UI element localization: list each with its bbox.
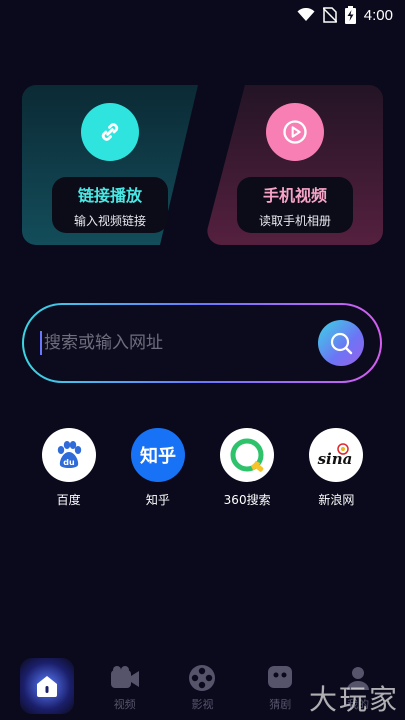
360-search-icon — [220, 428, 275, 482]
link-play-title: 链接播放 — [77, 185, 142, 205]
link-play-card[interactable]: 链接播放 输入视频链接 — [22, 85, 198, 245]
film-reel-icon — [186, 662, 218, 694]
search-bar-inner — [24, 305, 380, 381]
home-icon — [36, 676, 57, 697]
search-bar — [22, 303, 382, 383]
quick-link-sina[interactable]: sina 新浪网 — [301, 428, 371, 508]
baidu-icon: du — [41, 428, 96, 482]
quick-link-label: 360搜索 — [223, 493, 271, 507]
local-video-label-box: 手机视频 读取手机相册 — [237, 177, 353, 233]
status-bar: 4:00 — [0, 0, 405, 30]
nav-film[interactable]: 影视 — [167, 658, 237, 712]
nav-label: 视频 — [113, 698, 136, 711]
link-play-label-box: 链接播放 输入视频链接 — [52, 177, 168, 233]
play-icon-circle — [266, 103, 324, 161]
wifi-icon — [297, 8, 315, 21]
svg-text:知乎: 知乎 — [140, 445, 176, 467]
home-icon-wrap — [19, 658, 74, 714]
nav-video[interactable]: 视频 — [90, 658, 160, 712]
svg-text:sina: sina — [318, 450, 353, 468]
quick-link-baidu[interactable]: du 百度 — [34, 428, 104, 508]
guess-icon — [264, 662, 296, 694]
search-icon — [330, 332, 353, 355]
quick-links: du 百度 知乎 知乎 360搜索 sina 新浪网 — [0, 428, 405, 508]
local-video-card[interactable]: 手机视频 读取手机相册 — [207, 85, 383, 245]
local-video-subtitle: 读取手机相册 — [258, 213, 331, 228]
link-play-subtitle: 输入视频链接 — [73, 213, 146, 228]
no-sim-icon — [322, 7, 337, 23]
search-input[interactable] — [40, 331, 318, 355]
nav-label: 猜剧 — [269, 698, 292, 711]
link-icon — [101, 123, 119, 141]
nav-label: 影视 — [191, 698, 214, 711]
video-camera-icon — [109, 662, 141, 694]
svg-text:du: du — [63, 458, 75, 467]
battery-charging-icon — [344, 6, 356, 24]
quick-link-label: 百度 — [56, 493, 81, 507]
link-icon-circle — [81, 103, 139, 161]
zhihu-icon: 知乎 — [130, 428, 185, 482]
quick-link-360[interactable]: 360搜索 — [212, 428, 282, 508]
nav-home[interactable] — [12, 658, 82, 714]
watermark: 大玩家 — [308, 683, 399, 716]
quick-link-label: 知乎 — [145, 493, 170, 507]
quick-link-zhihu[interactable]: 知乎 知乎 — [123, 428, 193, 508]
play-icon — [283, 120, 307, 144]
status-time: 4:00 — [363, 6, 393, 24]
search-button[interactable] — [318, 320, 364, 366]
sina-icon: sina — [309, 428, 364, 482]
local-video-title: 手机视频 — [262, 185, 327, 205]
quick-link-label: 新浪网 — [318, 493, 355, 507]
nav-guess[interactable]: 猜剧 — [245, 658, 315, 712]
